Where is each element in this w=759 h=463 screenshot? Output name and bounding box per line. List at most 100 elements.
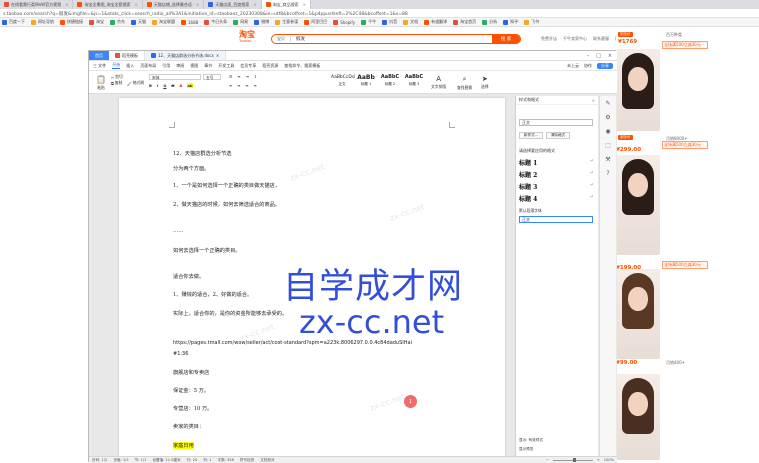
zoom-out-icon[interactable]: − xyxy=(546,458,549,462)
menu-right-item[interactable]: 未上云 xyxy=(567,63,579,69)
search-button[interactable]: 搜 索 xyxy=(492,35,520,43)
close-window-icon[interactable]: × xyxy=(608,53,612,59)
style-normal[interactable]: AaBbCcDd 正文 xyxy=(331,73,355,89)
bookmark-item[interactable]: 抖音 xyxy=(382,19,397,25)
bullet-list-icon[interactable]: ☰ xyxy=(229,74,232,79)
style-heading-3[interactable]: AaBbC 标题 3 xyxy=(403,73,425,89)
bookmark-item[interactable]: 生意参谋 xyxy=(275,19,298,25)
style-heading-2[interactable]: AaBbC 标题 2 xyxy=(379,73,401,89)
bookmark-item[interactable]: 网址导航 xyxy=(31,19,54,25)
browser-tab[interactable]: 天猫店铺_选择最合适 × xyxy=(143,0,205,9)
align-left-icon[interactable]: ≡ xyxy=(229,83,232,88)
indent-icon[interactable]: ⇥ xyxy=(246,74,249,79)
menu-item[interactable]: 会员专享 xyxy=(240,63,256,69)
bookmark-item[interactable]: 千牛 xyxy=(361,19,376,25)
style-icon[interactable]: ⚙ xyxy=(604,114,612,122)
close-icon[interactable]: × xyxy=(303,2,306,7)
menu-item[interactable]: 开发工具 xyxy=(218,63,234,69)
bookmark-item[interactable]: 今日头条 xyxy=(204,19,227,25)
font-color-icon[interactable]: A xyxy=(179,83,182,88)
close-icon[interactable]: × xyxy=(196,2,199,7)
default-font-item[interactable]: 默认段落字体 xyxy=(519,208,542,214)
browser-tab[interactable]: 天猫店面_百度搜索 × xyxy=(204,0,262,9)
show-preview-checkbox[interactable]: 显示预览 xyxy=(519,447,533,452)
close-icon[interactable]: × xyxy=(216,53,219,58)
numbered-list-icon[interactable]: ≡ xyxy=(237,74,240,79)
menu-item[interactable]: 开始 xyxy=(112,62,121,69)
style-heading-2-item[interactable]: 标题 2 ↵ xyxy=(519,170,593,179)
style-heading-1[interactable]: AaBb 标题 1 xyxy=(355,73,377,89)
bookmark-item[interactable]: Shopify xyxy=(333,19,355,25)
bookmark-item[interactable]: 网易 xyxy=(233,19,248,25)
taobao-top-link[interactable]: 免费开店 xyxy=(541,36,557,42)
bookmark-item[interactable]: 分析 xyxy=(482,19,497,25)
document-page[interactable]: zx-cc.net zx-cc.net zx-cc.net zx-cc.net … xyxy=(119,98,505,456)
menu-item[interactable]: 页面布局 xyxy=(140,63,156,69)
document-link[interactable]: #1:36 xyxy=(173,351,188,357)
close-icon[interactable]: × xyxy=(253,2,256,7)
highlight-icon[interactable]: ab xyxy=(187,83,193,88)
selection-icon[interactable]: ⬚ xyxy=(604,142,612,150)
underline-icon[interactable]: U xyxy=(163,83,166,88)
copy-button[interactable]: ⧉ 复制 xyxy=(111,80,122,86)
menu-item[interactable]: 插入 xyxy=(126,63,134,69)
address-bar[interactable]: s.taobao.com/search?q=假发&imgfile=&js=1&s… xyxy=(0,9,759,18)
style-heading-3-item[interactable]: 标题 3 ↵ xyxy=(519,182,593,191)
wps-doc-tab[interactable]: 稻壳模板 xyxy=(109,51,145,60)
taobao-top-link[interactable]: 联系客服 xyxy=(593,36,609,42)
bookmark-item[interactable]: 淘宝 xyxy=(89,19,104,25)
align-right-icon[interactable]: ≡ xyxy=(245,83,248,88)
taobao-logo[interactable]: 淘宝 Taobao xyxy=(239,31,263,45)
menu-item[interactable]: 视图 xyxy=(190,63,198,69)
help-icon[interactable]: ? xyxy=(604,170,612,178)
font-family-select[interactable]: 宋体 xyxy=(149,74,201,80)
menu-right-item[interactable]: 协作 xyxy=(584,63,592,69)
paste-button[interactable]: 📋 粘贴 xyxy=(93,75,109,91)
ad-card[interactable]: 全场满500立减30元 ¥199.00 xyxy=(616,151,759,281)
taobao-top-link[interactable]: 千牛卖家中心 xyxy=(563,36,587,42)
close-icon[interactable]: × xyxy=(134,2,137,7)
font-size-select[interactable]: 五号 xyxy=(203,74,221,80)
maximize-icon[interactable]: □ xyxy=(596,53,601,59)
format-painter-button[interactable]: 🖌 格式刷 xyxy=(127,80,144,86)
bookmark-item[interactable]: 百度一下 xyxy=(2,19,25,25)
select-button[interactable]: ➤ 选择 xyxy=(481,75,489,90)
current-style-field[interactable]: 正文 xyxy=(519,119,593,126)
text-tools-button[interactable]: A 文字排版 xyxy=(431,75,446,90)
style-select[interactable]: 正文 xyxy=(519,216,593,223)
justify-icon[interactable]: ≡ xyxy=(254,83,257,88)
bookmark-item[interactable]: 1688 xyxy=(181,19,198,25)
menu-item[interactable]: 审阅 xyxy=(176,63,184,69)
show-styles-select[interactable]: 显示: 有效样式 xyxy=(519,438,543,443)
bookmark-item[interactable]: 有道翻译 xyxy=(424,19,447,25)
search-input[interactable]: 假发 xyxy=(291,36,492,42)
browser-tab-active[interactable]: 淘宝_商品搜索 × xyxy=(261,0,311,9)
minimize-icon[interactable]: – xyxy=(587,53,590,59)
browser-tab[interactable]: 淘宝全景图_淘宝全套搜索 × xyxy=(73,0,143,9)
style-heading-4-item[interactable]: 标题 4 ↵ xyxy=(519,194,593,203)
share-button[interactable]: 分享 xyxy=(597,62,613,69)
browser-tab[interactable]: 在线看爬行类WoW官方视频 × xyxy=(0,0,74,9)
close-icon[interactable]: × xyxy=(592,98,595,103)
menu-item[interactable]: 引用 xyxy=(162,63,170,69)
bookmark-item[interactable]: 天猫 xyxy=(131,19,146,25)
bookmark-item[interactable]: 快捷链接 xyxy=(60,19,83,25)
bookmark-item[interactable]: 淘宝首页 xyxy=(453,19,476,25)
bold-icon[interactable]: B xyxy=(149,83,152,88)
wps-home-tab[interactable]: 首页 xyxy=(89,51,109,60)
bookmark-item[interactable]: 文档 xyxy=(403,19,418,25)
align-center-icon[interactable]: ≡ xyxy=(237,83,240,88)
menu-item[interactable]: 查找命令、搜索模板 xyxy=(284,63,320,69)
bookmark-item[interactable]: 京东 xyxy=(110,19,125,25)
settings-icon[interactable]: ⚒ xyxy=(604,156,612,164)
ad-card[interactable]: 到手价 ¥1769 全场满500立减30元 百万种类 xyxy=(616,31,759,131)
bookmark-item[interactable]: 飞书 xyxy=(524,19,539,25)
bookmark-item[interactable]: 知乎 xyxy=(503,19,518,25)
bookmark-item[interactable]: 淘宝联盟 xyxy=(152,19,175,25)
bookmark-item[interactable]: 阿里巴巴 xyxy=(304,19,327,25)
clear-format-button[interactable]: 清除格式 xyxy=(546,132,570,139)
style-heading-1-item[interactable]: 标题 1 ↵ xyxy=(519,158,593,167)
eye-icon[interactable]: ◉ xyxy=(604,128,612,136)
search-category-select[interactable]: 宝贝 xyxy=(272,36,291,42)
ad-card[interactable] xyxy=(616,372,759,462)
